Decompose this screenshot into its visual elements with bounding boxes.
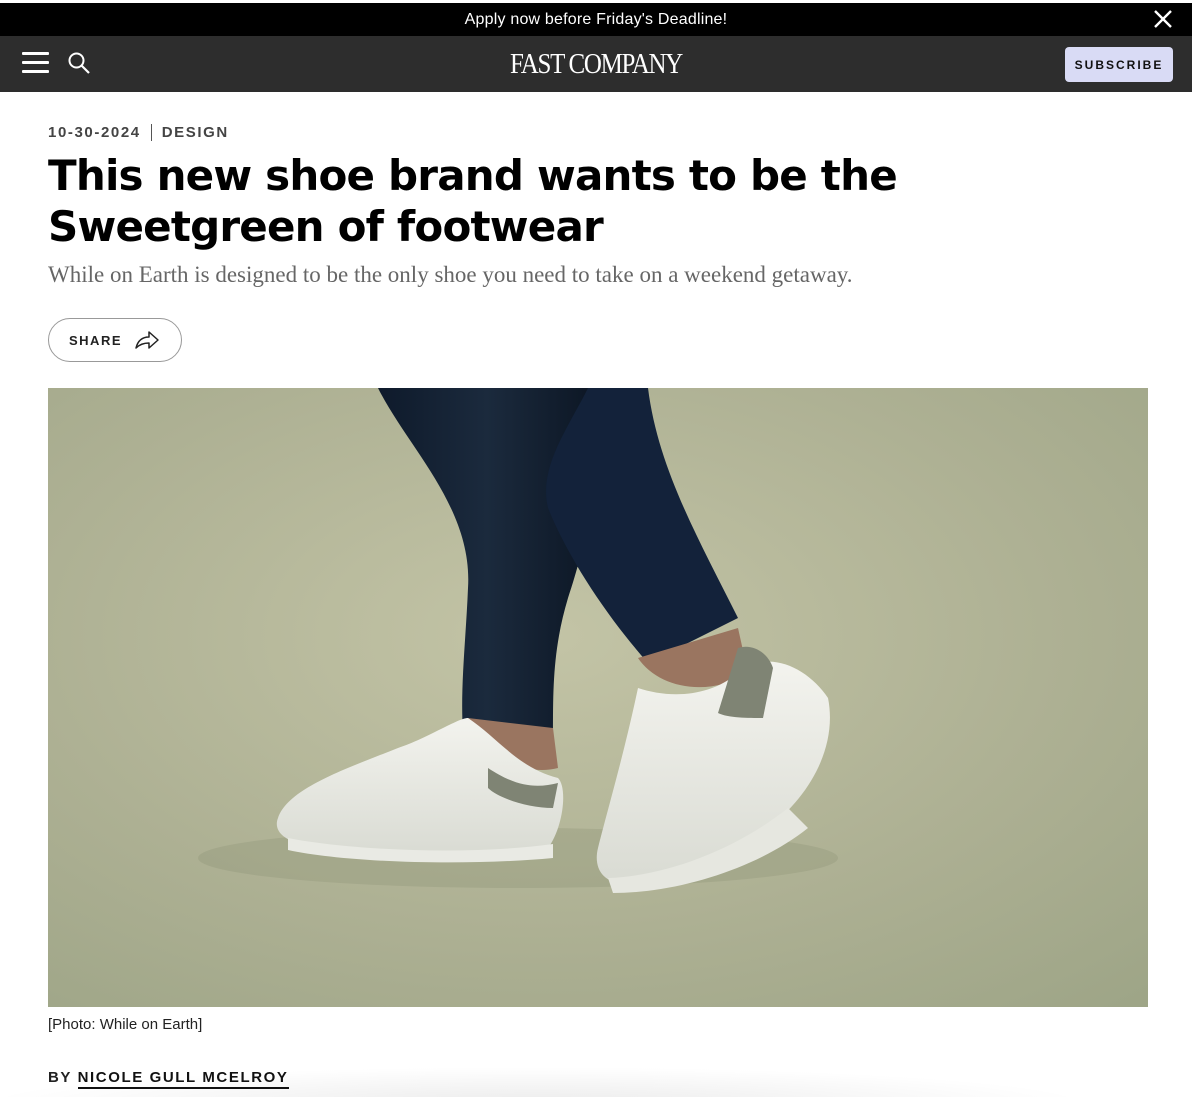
share-button[interactable]: SHARE: [48, 318, 182, 362]
photo-caption: [Photo: While on Earth]: [48, 1016, 203, 1033]
meta-divider: [150, 124, 152, 141]
share-label: SHARE: [69, 332, 123, 348]
subscribe-button[interactable]: SUBSCRIBE: [1065, 47, 1173, 82]
close-icon[interactable]: [1152, 8, 1174, 30]
section-link[interactable]: DESIGN: [162, 124, 229, 141]
byline: BY NICOLE GULL MCELROY: [48, 1069, 289, 1089]
menu-icon[interactable]: [22, 52, 49, 74]
author-link[interactable]: NICOLE GULL MCELROY: [77, 1069, 289, 1089]
share-arrow-icon: [135, 331, 159, 349]
promo-text[interactable]: Apply now before Friday's Deadline!: [465, 11, 728, 29]
article-headline: This new shoe brand wants to be the Swee…: [48, 151, 898, 251]
site-logo[interactable]: FAST COMPANY: [83, 48, 1108, 81]
hero-image: [48, 388, 1148, 1007]
sneakers-photo: [48, 388, 1148, 1007]
article-dek: While on Earth is designed to be the onl…: [48, 262, 853, 287]
article-meta: 10-30-2024 DESIGN: [48, 124, 229, 141]
byline-prefix: BY: [48, 1069, 72, 1086]
top-navigation: FAST COMPANY SUBSCRIBE: [0, 36, 1192, 92]
publish-date: 10-30-2024: [48, 124, 141, 141]
promo-banner[interactable]: Apply now before Friday's Deadline!: [0, 0, 1192, 36]
